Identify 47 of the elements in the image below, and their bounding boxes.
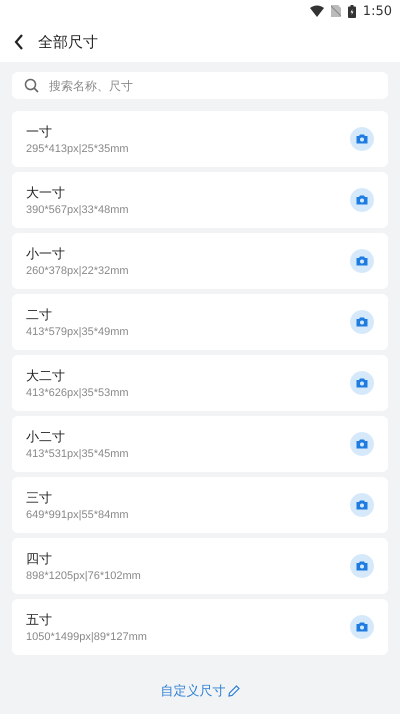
search-bar[interactable]: 搜索名称、尺寸 — [12, 72, 388, 99]
size-detail: 260*378px|22*32mm — [26, 265, 129, 277]
camera-icon[interactable] — [350, 615, 374, 639]
size-name: 大一寸 — [26, 185, 66, 202]
size-detail: 649*991px|55*84mm — [26, 509, 129, 521]
pencil-icon — [228, 685, 240, 697]
size-card[interactable]: 大一寸 390*567px|33*48mm — [12, 172, 388, 228]
page-title: 全部尺寸 — [38, 32, 98, 52]
camera-icon[interactable] — [350, 554, 374, 578]
size-name: 一寸 — [26, 124, 53, 141]
size-card[interactable]: 四寸 898*1205px|76*102mm — [12, 538, 388, 594]
size-name: 四寸 — [26, 551, 53, 568]
size-detail: 413*579px|35*49mm — [26, 326, 129, 338]
size-card[interactable]: 二寸 413*579px|35*49mm — [12, 294, 388, 350]
camera-icon[interactable] — [350, 432, 374, 456]
camera-icon[interactable] — [350, 371, 374, 395]
camera-icon[interactable] — [350, 493, 374, 517]
size-card[interactable]: 小二寸 413*531px|35*45mm — [12, 416, 388, 472]
size-name: 五寸 — [26, 612, 53, 629]
back-icon[interactable] — [14, 34, 24, 50]
wifi-icon — [310, 5, 324, 17]
size-card[interactable]: 一寸 295*413px|25*35mm — [12, 111, 388, 167]
search-field[interactable]: 搜索名称、尺寸 — [49, 78, 376, 92]
camera-icon[interactable] — [350, 127, 374, 151]
size-detail: 413*531px|35*45mm — [26, 448, 129, 460]
size-detail: 295*413px|25*35mm — [26, 143, 129, 155]
camera-icon[interactable] — [350, 249, 374, 273]
status-time: 1:50 — [362, 4, 392, 18]
size-name: 二寸 — [26, 307, 53, 324]
size-detail: 390*567px|33*48mm — [26, 204, 129, 216]
size-name: 三寸 — [26, 490, 53, 507]
size-detail: 413*626px|35*53mm — [26, 387, 129, 399]
size-detail: 898*1205px|76*102mm — [26, 570, 141, 582]
size-name: 小二寸 — [26, 429, 66, 446]
size-card[interactable]: 三寸 649*991px|55*84mm — [12, 477, 388, 533]
custom-size-link[interactable]: 自定义尺寸 — [160, 682, 240, 700]
size-card[interactable]: 大二寸 413*626px|35*53mm — [12, 355, 388, 411]
size-card[interactable]: 小一寸 260*378px|22*32mm — [12, 233, 388, 289]
camera-icon[interactable] — [350, 188, 374, 212]
size-name: 大二寸 — [26, 368, 66, 385]
size-name: 小一寸 — [26, 246, 66, 263]
size-detail: 1050*1499px|89*127mm — [26, 631, 147, 643]
search-icon — [24, 78, 39, 93]
camera-icon[interactable] — [350, 310, 374, 334]
battery-icon — [348, 4, 356, 18]
size-card[interactable]: 五寸 1050*1499px|89*127mm — [12, 599, 388, 655]
no-sim-icon — [330, 5, 341, 17]
